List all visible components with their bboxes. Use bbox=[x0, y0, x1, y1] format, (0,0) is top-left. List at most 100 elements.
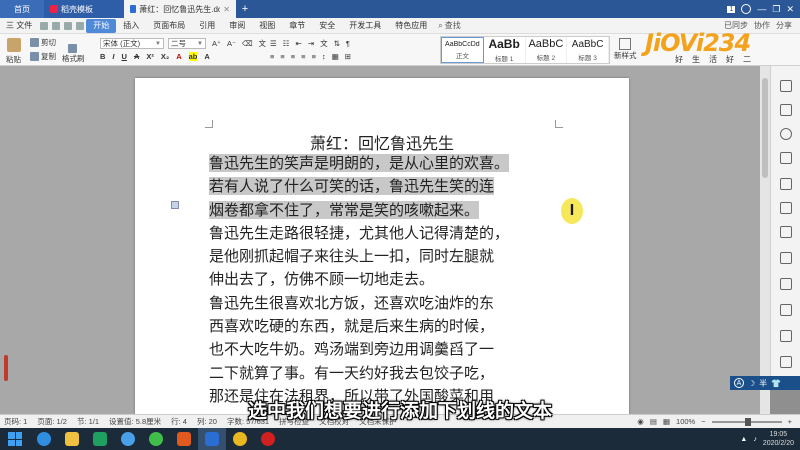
borders-icon[interactable]: ⊞ bbox=[345, 52, 351, 61]
align-center-icon[interactable]: ≡ bbox=[280, 52, 284, 61]
document-body[interactable]: 鲁迅先生的笑声是明朗的，是从心里的欢喜。 若有人说了什么可笑的话，鲁迅先生笑的连… bbox=[209, 152, 559, 408]
bold-icon[interactable]: B bbox=[100, 52, 105, 61]
justify-icon[interactable]: ≡ bbox=[301, 52, 305, 61]
line-spacing-icon[interactable]: ↕ bbox=[322, 52, 326, 61]
decrease-indent-icon[interactable]: ⇤ bbox=[295, 39, 301, 48]
scrollbar-thumb[interactable] bbox=[762, 78, 768, 178]
align-left-icon[interactable]: ≡ bbox=[270, 52, 274, 61]
table-icon[interactable] bbox=[780, 226, 792, 238]
italic-icon[interactable]: I bbox=[112, 52, 114, 61]
text-line[interactable]: 也不大吃牛奶。鸡汤端到旁边用调羹舀了一 bbox=[209, 338, 559, 361]
ime-moon-icon[interactable]: ☽ bbox=[748, 379, 755, 388]
taskbar-wps[interactable] bbox=[198, 428, 226, 450]
taskbar-ie[interactable] bbox=[30, 428, 58, 450]
text-line[interactable]: 鲁迅先生的笑声是明朗的，是从心里的欢喜。 bbox=[209, 152, 559, 175]
ime-toolbar[interactable]: A ☽ 半 👕 bbox=[730, 376, 800, 390]
clock[interactable]: 19:05 2020/2/20 bbox=[763, 430, 794, 448]
menu-item-references[interactable]: 引用 bbox=[192, 20, 222, 31]
char-shading-icon[interactable]: A bbox=[204, 52, 209, 61]
pointer-icon[interactable] bbox=[780, 104, 792, 116]
taskbar-chrome[interactable] bbox=[226, 428, 254, 450]
search-box[interactable]: ⌕ 查找 bbox=[438, 20, 460, 31]
menu-item-start[interactable]: 开始 bbox=[86, 18, 117, 33]
style-normal[interactable]: AaBbCcDd 正文 bbox=[441, 37, 484, 63]
document-page[interactable]: 萧红：回忆鲁迅先生 鲁迅先生的笑声是明朗的，是从心里的欢喜。 若有人说了什么可笑… bbox=[135, 78, 629, 414]
subscript-icon[interactable]: X₂ bbox=[161, 52, 169, 61]
text-line[interactable]: 鲁迅先生走路很轻捷，尤其他人记得清楚的， bbox=[209, 222, 559, 245]
text-line[interactable]: 是他刚抓起帽子来往头上一扣，同时左腿就 bbox=[209, 245, 559, 268]
vertical-scrollbar[interactable] bbox=[760, 66, 770, 414]
menu-item-view[interactable]: 视图 bbox=[252, 20, 282, 31]
side-panel-icon[interactable] bbox=[780, 80, 792, 92]
align-right-icon[interactable]: ≡ bbox=[291, 52, 295, 61]
compare-icon[interactable] bbox=[780, 252, 792, 264]
taskbar-explorer[interactable] bbox=[58, 428, 86, 450]
show-marks-icon[interactable]: ¶ bbox=[346, 39, 350, 48]
more-icon[interactable] bbox=[780, 356, 792, 368]
network-icon[interactable]: ▲ bbox=[740, 436, 747, 443]
crop-icon[interactable] bbox=[780, 178, 792, 190]
cut-button[interactable]: 剪切 bbox=[30, 37, 56, 48]
paragraph-icon[interactable] bbox=[780, 304, 792, 316]
text-line[interactable]: 二下就算了事。有一天约好我去包饺子吃， bbox=[209, 362, 559, 385]
chinese-layout-icon[interactable]: 文 bbox=[320, 38, 328, 49]
taskbar-store[interactable] bbox=[86, 428, 114, 450]
new-style-button[interactable]: 新样式 bbox=[614, 38, 637, 61]
text-line[interactable]: 鲁迅先生很喜欢北方饭，还喜欢吃油炸的东 bbox=[209, 292, 559, 315]
shape-icon[interactable] bbox=[780, 152, 792, 164]
avatar[interactable] bbox=[741, 4, 752, 14]
numbered-list-icon[interactable]: ☷ bbox=[283, 39, 290, 48]
font-color-icon[interactable]: A bbox=[176, 52, 181, 61]
style-heading-2[interactable]: AaBbC 标题 2 bbox=[526, 37, 568, 63]
menu-item-review[interactable]: 审阅 bbox=[222, 20, 252, 31]
menu-item-features[interactable]: 特色应用 bbox=[388, 20, 434, 31]
collaborate-button[interactable]: 协作 bbox=[754, 20, 770, 31]
sort-icon[interactable]: ⇅ bbox=[334, 39, 340, 48]
clear-format-icon[interactable]: ⌫ bbox=[242, 39, 253, 48]
style-heading-1[interactable]: AaBb 标题 1 bbox=[484, 37, 526, 63]
style-heading-3[interactable]: AaBbC 标题 3 bbox=[567, 37, 609, 63]
selected-text[interactable]: 烟卷都拿不住了，常常是笑的咳嗽起来。 bbox=[209, 200, 480, 219]
superscript-icon[interactable]: X² bbox=[146, 52, 154, 61]
redo-icon[interactable] bbox=[76, 21, 85, 30]
format-painter-button[interactable]: 格式刷 bbox=[62, 44, 85, 64]
shrink-font-icon[interactable]: A⁻ bbox=[227, 39, 236, 48]
menu-item-insert[interactable]: 插入 bbox=[116, 20, 146, 31]
strikethrough-icon[interactable]: A bbox=[134, 52, 139, 61]
shading-icon[interactable]: ▦ bbox=[332, 52, 339, 61]
copy-button[interactable]: 复制 bbox=[30, 51, 56, 62]
paste-button[interactable]: 粘贴 bbox=[6, 38, 21, 65]
download-icon[interactable] bbox=[780, 330, 792, 342]
volume-icon[interactable]: ♪ bbox=[753, 436, 757, 443]
share-panel-icon[interactable] bbox=[780, 202, 792, 214]
start-button[interactable] bbox=[0, 428, 30, 450]
grow-font-icon[interactable]: A⁺ bbox=[212, 39, 221, 48]
taskbar-browser-e[interactable] bbox=[142, 428, 170, 450]
ime-shirt-icon[interactable]: 👕 bbox=[771, 379, 781, 388]
undo-icon[interactable] bbox=[64, 21, 73, 30]
tab-templates[interactable]: 稻壳模板 bbox=[44, 0, 124, 18]
taskbar-recorder[interactable] bbox=[254, 428, 282, 450]
file-menu[interactable]: 三 文件 bbox=[0, 20, 38, 31]
text-line[interactable]: 若有人说了什么可笑的话，鲁迅先生笑的连 bbox=[209, 175, 559, 198]
menu-item-chapter[interactable]: 章节 bbox=[282, 20, 312, 31]
settings-icon[interactable] bbox=[780, 128, 792, 140]
text-line[interactable]: 烟卷都拿不住了，常常是笑的咳嗽起来。 bbox=[209, 199, 559, 222]
taskbar-sogou[interactable] bbox=[170, 428, 198, 450]
share-button[interactable]: 分享 bbox=[776, 20, 792, 31]
taskbar-cloud[interactable] bbox=[114, 428, 142, 450]
document-heading[interactable]: 萧红：回忆鲁迅先生 bbox=[135, 130, 629, 154]
text-line[interactable]: 西喜欢吃硬的东西，就是后来生病的时候， bbox=[209, 315, 559, 338]
pinyin-icon[interactable]: 文 bbox=[259, 38, 267, 49]
menu-item-security[interactable]: 安全 bbox=[312, 20, 342, 31]
print-icon[interactable] bbox=[52, 21, 61, 30]
underline-icon[interactable]: U bbox=[122, 52, 127, 61]
bullet-list-icon[interactable]: ☰ bbox=[270, 39, 277, 48]
new-tab-button[interactable]: + bbox=[236, 0, 254, 18]
font-name-select[interactable]: 宋体 (正文) ▼ bbox=[100, 38, 164, 49]
increase-indent-icon[interactable]: ⇥ bbox=[308, 39, 314, 48]
ime-mode-label[interactable]: 半 bbox=[759, 378, 767, 389]
close-icon[interactable]: ✕ bbox=[223, 5, 230, 14]
maximize-icon[interactable]: ❐ bbox=[772, 4, 780, 15]
distribute-icon[interactable]: ≡ bbox=[312, 52, 316, 61]
